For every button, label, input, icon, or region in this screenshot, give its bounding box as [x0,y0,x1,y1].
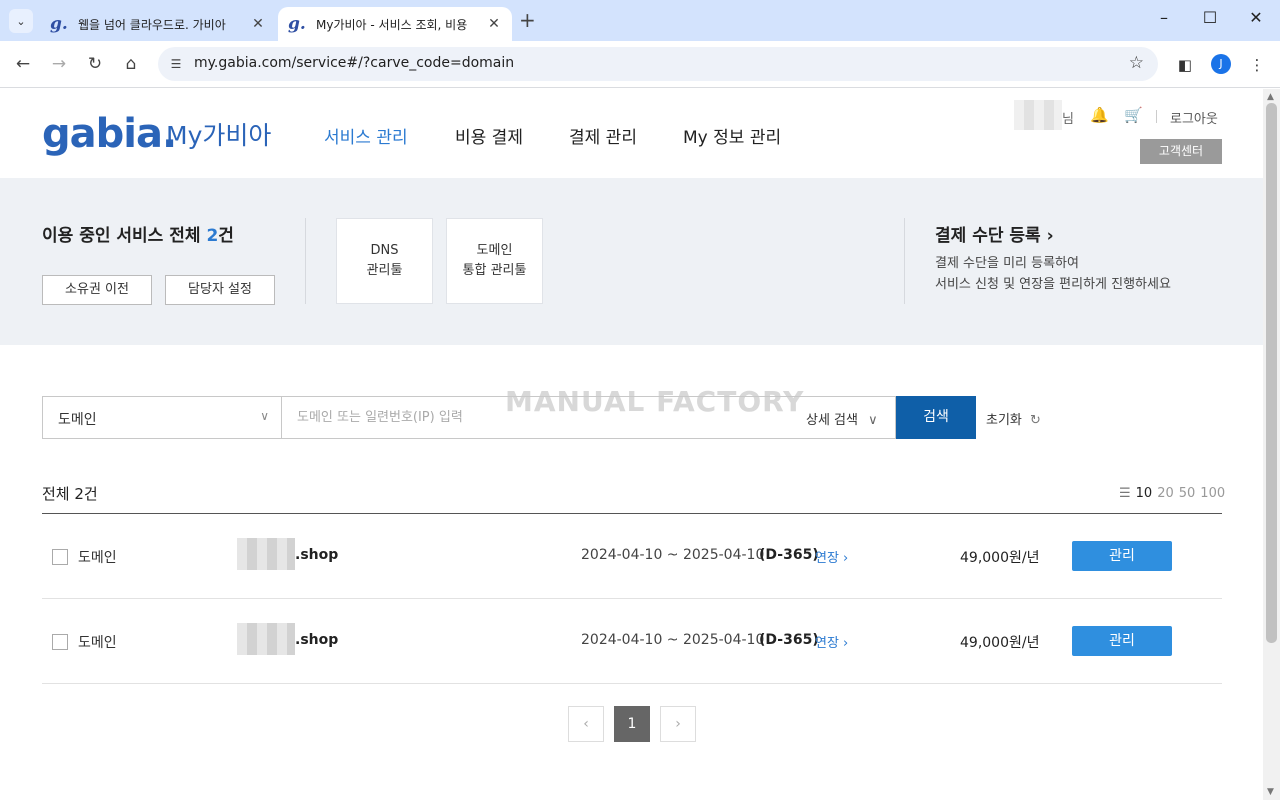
bookmark-star-icon[interactable]: ☆ [1129,53,1144,73]
pagination-page-1[interactable]: 1 [614,706,650,742]
side-panel-icon[interactable]: ◧ [1174,54,1196,76]
row-checkbox[interactable] [52,549,68,565]
summary-divider [904,218,905,304]
home-icon[interactable]: ⌂ [120,53,142,75]
close-icon[interactable]: ✕ [486,16,502,32]
domain-name-redacted [237,538,295,570]
pagination-prev-button[interactable]: ‹ [568,706,604,742]
payment-description-line1: 결제 수단을 미리 등록하여 [935,256,1079,271]
header-divider [1156,110,1157,123]
bell-icon[interactable]: 🔔 [1090,106,1109,124]
profile-avatar[interactable]: J [1211,54,1231,74]
chevron-down-icon: ∨ [868,413,878,428]
search-form: 도메인 ∨ 상세 검색 ∨ [42,396,896,439]
minimize-icon[interactable]: – [1141,8,1187,27]
service-count: 2 [206,226,219,246]
service-type: 도메인 [78,635,117,651]
service-count-title: 이용 중인 서비스 전체 2건 [42,226,234,246]
total-count: 전체 2건 [42,485,98,503]
chevron-right-icon: › [838,551,849,566]
tab-search-button[interactable]: ⌄ [9,9,33,33]
renew-link[interactable]: 연장 › [815,632,848,651]
table-row: 도메인 .shop 2024-04-10 ~ 2025-04-10 (D-365… [42,599,1222,684]
window-close-icon[interactable]: ✕ [1233,8,1279,27]
close-icon[interactable]: ✕ [250,16,266,32]
days-remaining: (D-365) [759,547,819,563]
customer-center-button[interactable]: 고객센터 [1140,139,1222,164]
chevron-right-icon: › [1046,226,1054,246]
domain-suffix[interactable]: .shop [295,632,338,648]
nav-payment-management[interactable]: 결제 관리 [569,123,637,148]
dns-manager-card[interactable]: DNS 관리툴 [336,218,433,304]
menu-kebab-icon[interactable]: ⋮ [1246,54,1268,76]
browser-tab-mygabia[interactable]: g. My가비아 - 서비스 조회, 비용 ✕ [278,7,512,41]
gabia-favicon-icon: g. [50,14,68,34]
url-text[interactable]: my.gabia.com/service#/?carve_code=domain [194,55,514,71]
logout-link[interactable]: 로그아웃 [1170,108,1218,127]
ownership-transfer-button[interactable]: 소유권 이전 [42,275,152,305]
chevron-down-icon: ⌄ [16,14,26,28]
page-scrollbar[interactable]: ▲ ▼ [1263,89,1280,800]
page-size-selector: ☰ 10 20 50 100 [1119,486,1225,501]
reload-icon[interactable]: ↻ [84,53,106,75]
domain-suffix[interactable]: .shop [295,547,338,563]
tab-title: 웹을 넘어 클라우드로. 가비아 [78,17,226,32]
chevron-down-icon: ∨ [260,409,269,423]
scroll-up-icon[interactable]: ▲ [1267,92,1274,102]
nav-service-management[interactable]: 서비스 관리 [324,123,408,148]
tab-title: My가비아 - 서비스 조회, 비용 [316,17,468,32]
browser-toolbar: ← → ↻ ⌂ ☰ my.gabia.com/service#/?carve_c… [0,41,1280,88]
payment-description-line2: 서비스 신청 및 연장을 편리하게 진행하세요 [935,277,1171,292]
nav-my-info[interactable]: My 정보 관리 [683,123,781,148]
back-arrow-icon[interactable]: ← [12,53,34,75]
renew-link[interactable]: 연장 › [815,547,848,566]
manage-button[interactable]: 관리 [1072,541,1172,571]
browser-tab-strip: ⌄ g. 웹을 넘어 클라우드로. 가비아 ✕ g. My가비아 - 서비스 조… [0,0,1280,41]
manager-settings-button[interactable]: 담당자 설정 [165,275,275,305]
browser-tab-gabia-home[interactable]: g. 웹을 넘어 클라우드로. 가비아 ✕ [40,7,276,41]
forward-arrow-icon[interactable]: → [48,53,70,75]
manage-button[interactable]: 관리 [1072,626,1172,656]
price: 49,000원/년 [960,550,1040,566]
advanced-search-toggle[interactable]: 상세 검색 ∨ [806,409,878,428]
days-remaining: (D-365) [759,632,819,648]
user-name-suffix: 님 [1062,112,1074,127]
page-size-10[interactable]: 10 [1136,486,1153,501]
user-name-redacted [1014,100,1062,130]
site-info-icon[interactable]: ☰ [166,54,186,74]
service-period: 2024-04-10 ~ 2025-04-10 [581,547,765,563]
domain-manager-card[interactable]: 도메인 통합 관리툴 [446,218,543,304]
address-bar[interactable]: ☰ my.gabia.com/service#/?carve_code=doma… [158,47,1158,81]
row-checkbox[interactable] [52,634,68,650]
pagination-next-button[interactable]: › [660,706,696,742]
reset-button[interactable]: 초기화 ↻ [986,409,1041,428]
register-payment-link[interactable]: 결제 수단 등록 › [935,221,1054,246]
refresh-icon: ↻ [1030,413,1041,428]
page-size-50[interactable]: 50 [1179,486,1196,501]
nav-billing[interactable]: 비용 결제 [455,123,523,148]
scroll-down-icon[interactable]: ▼ [1267,787,1274,797]
search-category-select[interactable]: 도메인 ∨ [43,397,282,438]
list-lines-icon: ☰ [1119,486,1131,501]
service-period: 2024-04-10 ~ 2025-04-10 [581,632,765,648]
page-size-100[interactable]: 100 [1200,486,1225,501]
search-input[interactable] [283,397,793,438]
mygabia-logo-text[interactable]: My가비아 [166,116,271,152]
scrollbar-thumb[interactable] [1266,103,1277,643]
domain-name-redacted [237,623,295,655]
page-size-20[interactable]: 20 [1157,486,1174,501]
table-row: 도메인 .shop 2024-04-10 ~ 2025-04-10 (D-365… [42,514,1222,599]
cart-icon[interactable]: 🛒 [1124,106,1143,124]
gabia-favicon-icon: g. [288,14,306,34]
gabia-logo[interactable]: gabia. [42,112,177,156]
maximize-icon[interactable]: ☐ [1187,8,1233,27]
service-type: 도메인 [78,550,117,566]
new-tab-plus-icon[interactable]: + [519,10,536,30]
price: 49,000원/년 [960,635,1040,651]
summary-divider [305,218,306,304]
search-button[interactable]: 검색 [896,396,976,439]
chevron-right-icon: › [838,636,849,651]
